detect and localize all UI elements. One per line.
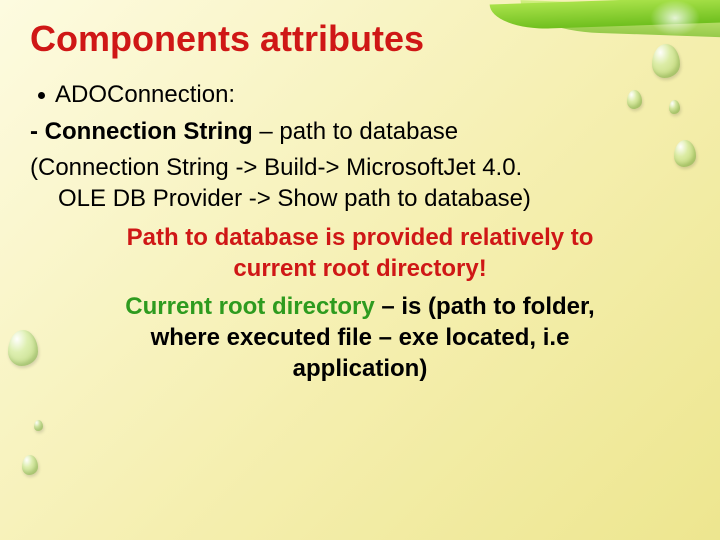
water-drop-icon [34, 420, 43, 431]
connection-string-label: Connection String [45, 118, 253, 145]
water-drop-icon [652, 44, 680, 78]
slide: Components attributes ADOConnection: - C… [0, 0, 720, 540]
bullet-dot-icon [38, 92, 45, 99]
root-dir-rest3: application) [293, 355, 428, 382]
dash: - [30, 118, 45, 145]
build-path-note: (Connection String -> Build-> MicrosoftJ… [30, 153, 690, 214]
root-dir-rest2: where executed file – exe located, i.e [151, 324, 570, 351]
bullet-text: ADOConnection: [55, 80, 235, 111]
warning-text: Path to database is provided relatively … [43, 223, 677, 284]
root-directory-label: Current root directory [125, 293, 374, 320]
bullet-item: ADOConnection: [30, 80, 690, 111]
root-dir-rest1: – is (path to folder, [375, 293, 595, 320]
slide-body: ADOConnection: - Connection String – pat… [30, 80, 690, 384]
paren-line2: OLE DB Provider -> Show path to database… [30, 184, 690, 215]
connection-string-desc: – path to database [253, 118, 459, 145]
decorative-ribbon [510, 0, 720, 48]
slide-title: Components attributes [30, 18, 424, 60]
paren-line1: (Connection String -> Build-> MicrosoftJ… [30, 154, 522, 181]
water-drop-icon [22, 455, 38, 475]
warning-line1: Path to database is provided relatively … [127, 224, 594, 251]
root-directory-note: Current root directory – is (path to fol… [43, 292, 677, 384]
warning-line2: current root directory! [233, 255, 486, 282]
connection-string-line: - Connection String – path to database [30, 117, 690, 148]
